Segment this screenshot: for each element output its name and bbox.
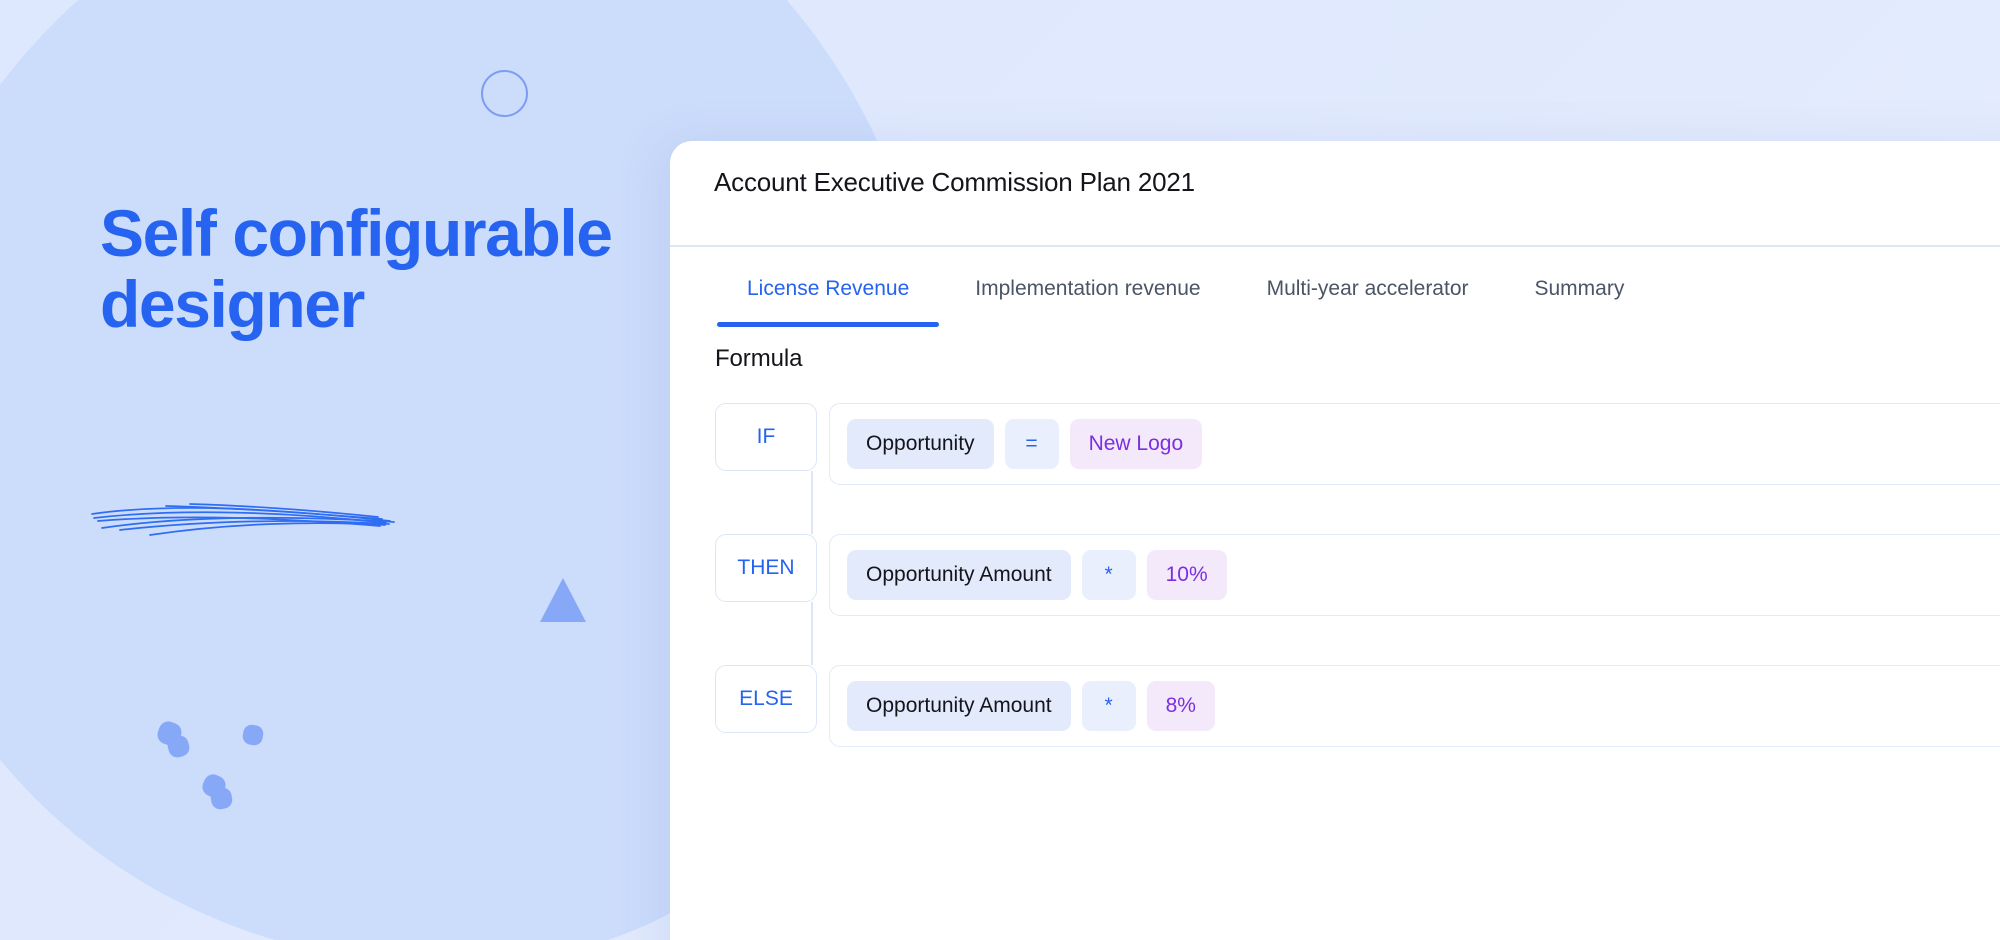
plan-card: Account Executive Commission Plan 2021 L… [670, 141, 2000, 940]
formula-row: THEN Opportunity Amount * 10% [670, 534, 2000, 665]
decor-dot [241, 723, 265, 747]
row-connector-line [811, 471, 813, 534]
chip-value[interactable]: New Logo [1069, 419, 1203, 469]
formula-row-label-else[interactable]: ELSE [715, 665, 817, 733]
formula-rows: IF Opportunity = New Logo THEN Opportuni… [670, 403, 2000, 796]
tab-bar: License Revenue Implementation revenue M… [714, 277, 1657, 327]
triangle-icon [540, 578, 586, 622]
formula-row-expression[interactable]: Opportunity = New Logo [829, 403, 2000, 485]
tab-license-revenue[interactable]: License Revenue [714, 277, 942, 327]
page-root: Self configurable designer Account Execu… [0, 0, 2000, 940]
formula-row-label-then[interactable]: THEN [715, 534, 817, 602]
tab-multi-year-accelerator[interactable]: Multi-year accelerator [1234, 277, 1502, 327]
formula-row: ELSE Opportunity Amount * 8% [670, 665, 2000, 796]
chip-operator[interactable]: * [1081, 550, 1136, 600]
decor-dot [209, 786, 234, 811]
formula-row: IF Opportunity = New Logo [670, 403, 2000, 534]
formula-row-expression[interactable]: Opportunity Amount * 10% [829, 534, 2000, 616]
chip-operator[interactable]: * [1081, 681, 1136, 731]
card-title: Account Executive Commission Plan 2021 [714, 167, 1195, 197]
formula-heading: Formula [715, 345, 803, 372]
tab-implementation-revenue[interactable]: Implementation revenue [942, 277, 1233, 327]
scribble-underline-icon [91, 503, 395, 536]
circle-outline-icon [481, 70, 528, 117]
chip-field[interactable]: Opportunity Amount [847, 550, 1071, 600]
formula-row-expression[interactable]: Opportunity Amount * 8% [829, 665, 2000, 747]
chip-field[interactable]: Opportunity Amount [847, 681, 1071, 731]
formula-row-label-if[interactable]: IF [715, 403, 817, 471]
tab-summary[interactable]: Summary [1502, 277, 1658, 327]
chip-value[interactable]: 10% [1146, 550, 1227, 600]
page-title: Self configurable designer [100, 196, 613, 341]
row-connector-line [811, 602, 813, 665]
chip-field[interactable]: Opportunity [847, 419, 994, 469]
chip-operator[interactable]: = [1004, 419, 1059, 469]
header-divider [670, 245, 2000, 247]
chip-value[interactable]: 8% [1146, 681, 1215, 731]
